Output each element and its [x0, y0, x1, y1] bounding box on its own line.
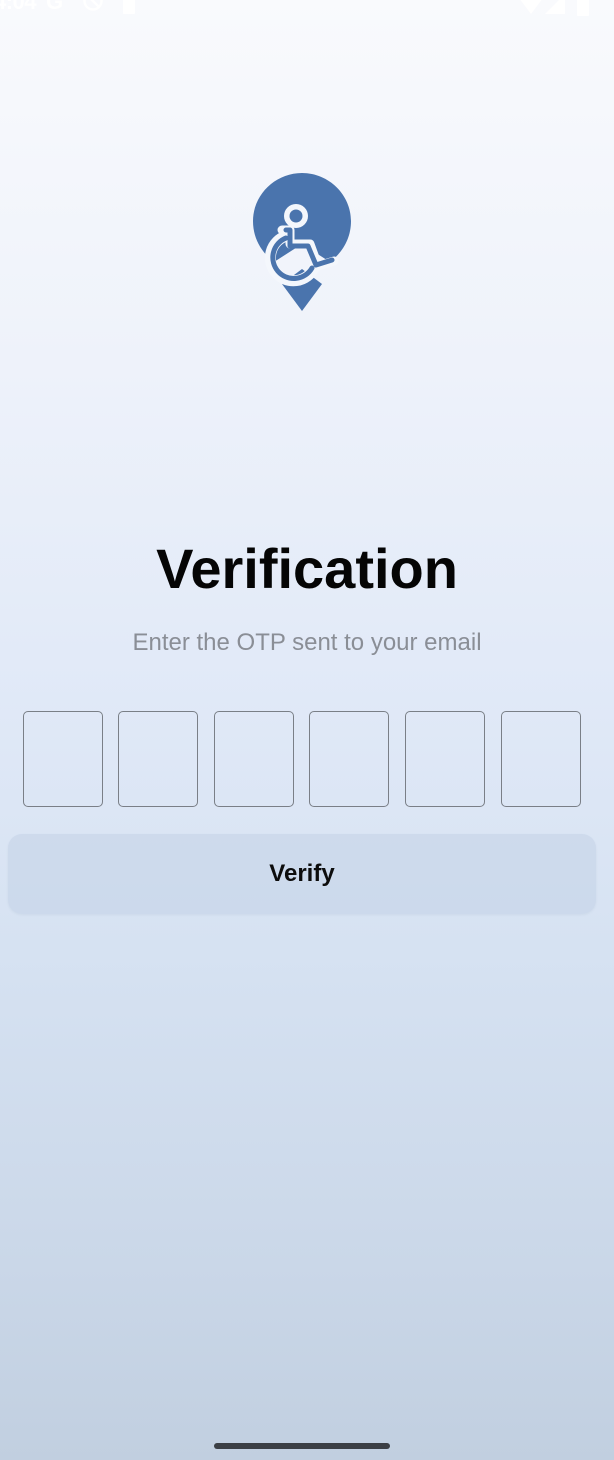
- otp-digit-1[interactable]: [23, 711, 103, 807]
- wifi-icon: [520, 0, 542, 14]
- page-title: Verification: [156, 537, 458, 600]
- otp-digit-6[interactable]: [501, 711, 581, 807]
- otp-input-group: [23, 711, 581, 807]
- status-bar: 4:04 G: [0, 0, 614, 16]
- wheelchair-location-pin-icon: [253, 173, 351, 311]
- otp-digit-2[interactable]: [118, 711, 198, 807]
- otp-digit-3[interactable]: [214, 711, 294, 807]
- status-time: 4:04: [0, 0, 37, 14]
- battery-icon: [577, 0, 589, 16]
- cell-signal-icon: [545, 0, 565, 14]
- page-subtitle: Enter the OTP sent to your email: [132, 629, 482, 656]
- verify-button[interactable]: Verify: [8, 834, 596, 914]
- network-type-indicator: G: [46, 0, 64, 14]
- home-indicator[interactable]: [214, 1443, 390, 1449]
- otp-digit-5[interactable]: [405, 711, 485, 807]
- sim-card-icon: [123, 0, 135, 14]
- do-not-disturb-icon: [83, 0, 103, 11]
- otp-digit-4[interactable]: [309, 711, 389, 807]
